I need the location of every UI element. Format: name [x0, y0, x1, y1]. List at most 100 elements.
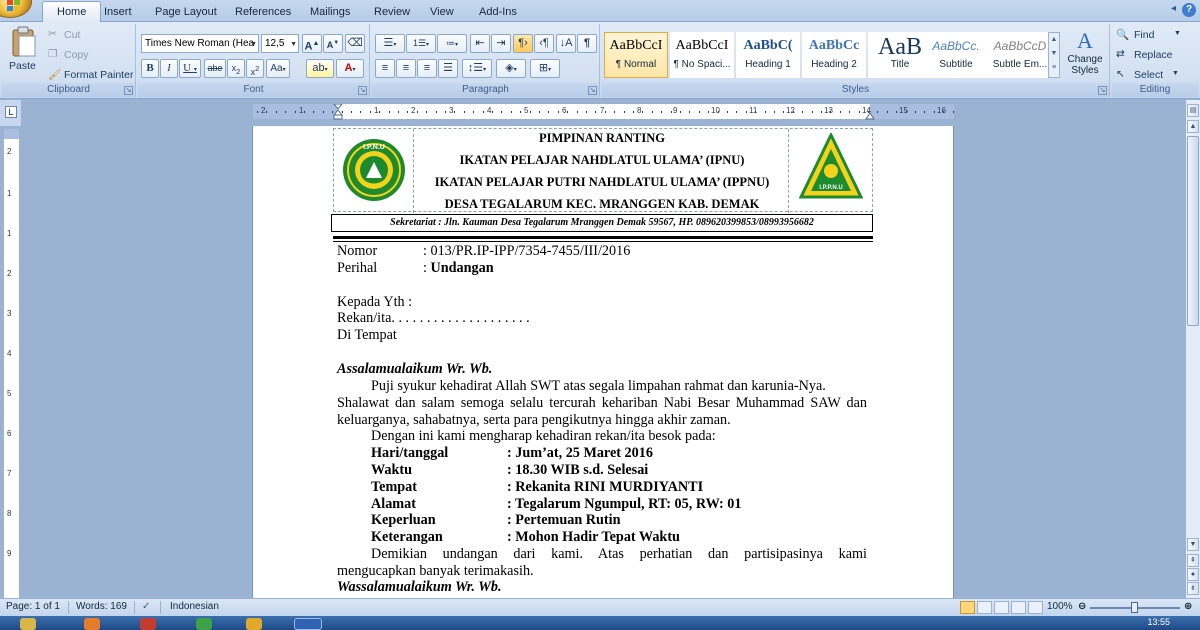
document-page[interactable]: I.P.N.U PIMPINAN RANTING IKATAN PELAJAR …: [253, 126, 953, 598]
folder-icon[interactable]: [246, 618, 262, 630]
tab-view[interactable]: View: [430, 4, 454, 22]
styles-scroll[interactable]: ▲ ▼ ≡: [1048, 32, 1060, 78]
vertical-ruler[interactable]: 2 1 1 2 3 4 5 6 7 8 9: [3, 128, 20, 600]
style-subtitle[interactable]: AaBbCc. Subtitle: [924, 32, 988, 78]
tab-home[interactable]: Home: [42, 1, 102, 23]
browser-icon[interactable]: [140, 618, 156, 630]
scroll-down-arrow-icon[interactable]: ▼: [1187, 538, 1199, 551]
line-spacing-icon[interactable]: ↕☰▾: [462, 59, 492, 78]
rtl-paragraph-icon[interactable]: ‹¶: [534, 34, 554, 53]
word-count[interactable]: Words: 169: [76, 601, 127, 612]
language-indicator[interactable]: Indonesian: [170, 601, 219, 612]
strikethrough-button[interactable]: abe: [204, 59, 226, 78]
paragraph-launcher-icon[interactable]: ↘: [588, 86, 597, 95]
shading-icon[interactable]: ◈▾: [496, 59, 526, 78]
align-center-icon[interactable]: ≡: [396, 59, 416, 78]
font-color-icon[interactable]: A▾: [336, 59, 364, 78]
print-layout-view-icon[interactable]: [960, 601, 975, 614]
borders-icon[interactable]: ⊞▾: [530, 59, 560, 78]
tab-insert[interactable]: Insert: [104, 4, 132, 22]
help-icon[interactable]: ?: [1182, 3, 1196, 17]
find-button[interactable]: 🔍 Find ▼: [1116, 28, 1194, 44]
paste-button[interactable]: Paste: [6, 26, 42, 82]
justify-icon[interactable]: ☰: [438, 59, 458, 78]
align-left-icon[interactable]: ≡: [375, 59, 395, 78]
ribbon-minimize-icon[interactable]: ◂: [1171, 3, 1176, 14]
zoom-in-icon[interactable]: ⊕: [1184, 601, 1192, 612]
style-heading-2[interactable]: AaBbCc Heading 2: [802, 32, 866, 78]
style-normal[interactable]: AaBbCcI ¶ Normal: [604, 32, 668, 78]
detail-value: : 18.30 WIB s.d. Selesai: [507, 462, 649, 478]
ruler-mark: 6: [7, 429, 12, 438]
zoom-level[interactable]: 100%: [1047, 601, 1073, 612]
show-formatting-marks-icon[interactable]: ¶: [577, 34, 597, 53]
decrease-indent-icon[interactable]: ⇤: [470, 34, 490, 53]
tab-selector[interactable]: L: [0, 100, 22, 126]
font-family-select[interactable]: Times New Roman (Hea ▼: [141, 34, 259, 53]
zoom-out-icon[interactable]: ⊖: [1078, 601, 1086, 612]
change-case-button[interactable]: Aa▾: [266, 59, 290, 78]
web-layout-view-icon[interactable]: [994, 601, 1009, 614]
superscript-button[interactable]: x2: [246, 59, 264, 78]
select-button[interactable]: ↖ Select ▼: [1116, 68, 1194, 84]
start-icon[interactable]: [20, 618, 36, 630]
zoom-slider-thumb[interactable]: [1131, 602, 1138, 613]
tab-review[interactable]: Review: [374, 4, 410, 22]
word-taskbar-icon[interactable]: [294, 618, 322, 630]
outline-view-icon[interactable]: [1011, 601, 1026, 614]
right-indent-marker-icon[interactable]: [865, 104, 875, 120]
align-right-icon[interactable]: ≡: [417, 59, 437, 78]
copy-label: Copy: [64, 49, 89, 61]
replace-button[interactable]: ⇄ Replace: [1116, 48, 1194, 64]
shrink-font-button[interactable]: A▼: [323, 34, 343, 53]
ruler-toggle-icon[interactable]: ▤: [1187, 104, 1199, 117]
clipboard-launcher-icon[interactable]: ↘: [124, 86, 133, 95]
office-button[interactable]: [0, 0, 32, 18]
scroll-thumb[interactable]: [1187, 136, 1199, 326]
tab-add-ins[interactable]: Add-Ins: [479, 4, 517, 22]
media-icon[interactable]: [196, 618, 212, 630]
font-launcher-icon[interactable]: ↘: [358, 86, 367, 95]
scroll-up-arrow-icon[interactable]: ▲: [1187, 120, 1199, 133]
ltr-paragraph-icon[interactable]: ¶›: [513, 34, 533, 53]
subscript-button[interactable]: x2: [227, 59, 245, 78]
full-screen-reading-view-icon[interactable]: [977, 601, 992, 614]
sort-icon[interactable]: ↓A: [556, 34, 576, 53]
style-heading-1[interactable]: AaBbC( Heading 1: [736, 32, 800, 78]
ruler-mark: 1: [299, 106, 304, 115]
proofing-icon[interactable]: ✓: [142, 601, 150, 612]
style-title[interactable]: AaB Title: [868, 32, 932, 78]
style-no-spacing[interactable]: AaBbCcI ¶ No Spaci...: [670, 32, 734, 78]
firefox-icon[interactable]: [84, 618, 100, 630]
grow-font-button[interactable]: A▲: [302, 34, 322, 53]
styles-group-label: Styles: [602, 83, 1109, 97]
styles-launcher-icon[interactable]: ↘: [1098, 86, 1107, 95]
style-subtle-emphasis[interactable]: AaBbCcD Subtle Em...: [988, 32, 1052, 78]
highlight-color-icon[interactable]: ab▾: [306, 59, 334, 78]
font-size-select[interactable]: 12,5 ▼: [261, 34, 299, 53]
previous-page-icon[interactable]: ⇞: [1187, 554, 1199, 567]
copy-button[interactable]: ❐ Copy: [48, 48, 128, 64]
ruler-tick: [623, 111, 625, 113]
tab-page-layout[interactable]: Page Layout: [155, 4, 217, 22]
multilevel-list-icon[interactable]: ≔▾: [437, 34, 467, 53]
increase-indent-icon[interactable]: ⇥: [491, 34, 511, 53]
italic-button[interactable]: I: [160, 59, 178, 78]
change-styles-button[interactable]: A Change Styles: [1064, 28, 1106, 82]
page-count[interactable]: Page: 1 of 1: [6, 601, 60, 612]
vertical-scrollbar[interactable]: ▤ ▲ ▼ ⇞ ● ⇟: [1185, 100, 1200, 598]
tab-references[interactable]: References: [235, 4, 291, 22]
bullets-icon[interactable]: ☰▾: [375, 34, 405, 53]
bold-button[interactable]: B: [141, 59, 159, 78]
browse-object-icon[interactable]: ●: [1187, 568, 1199, 581]
tab-mailings[interactable]: Mailings: [310, 4, 350, 22]
numbering-icon[interactable]: 1☰▾: [406, 34, 436, 53]
underline-button[interactable]: U ▾: [179, 59, 201, 78]
cut-button[interactable]: ✂ Cut: [48, 28, 128, 44]
horizontal-ruler[interactable]: 2 1 1 2 3 4 5 6 7 8 9 10 11 12 13 14 15 …: [252, 103, 955, 120]
next-page-icon[interactable]: ⇟: [1187, 582, 1199, 595]
ippnu-logo: I.P.P.N.U: [799, 133, 863, 199]
clear-formatting-icon[interactable]: ⌫: [345, 34, 365, 53]
format-painter-button[interactable]: 🖌 Format Painter: [48, 68, 134, 84]
draft-view-icon[interactable]: [1028, 601, 1043, 614]
